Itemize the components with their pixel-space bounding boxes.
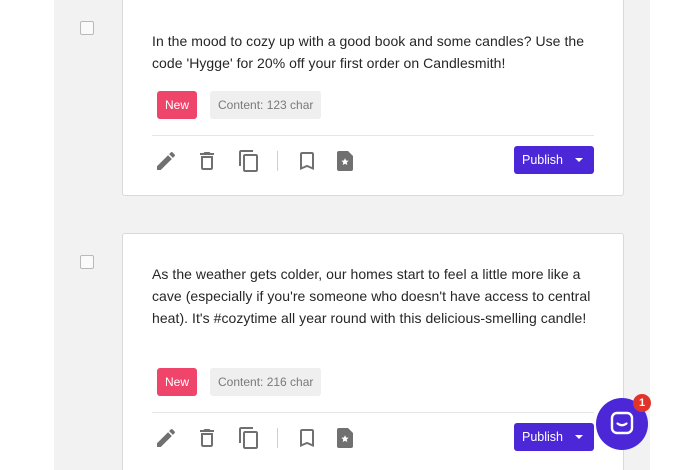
status-badge: New — [157, 91, 198, 119]
trash-icon[interactable] — [195, 149, 219, 173]
character-count-badge: Content: 216 char — [210, 368, 322, 396]
publish-button-label: Publish — [522, 430, 563, 444]
bookmark-icon[interactable] — [295, 149, 319, 173]
post-card: As the weather gets colder, our homes st… — [122, 233, 624, 470]
chevron-down-icon — [575, 435, 583, 439]
unread-count-badge: 1 — [633, 394, 651, 412]
post-text: In the mood to cozy up with a good book … — [152, 33, 585, 71]
toolbar-separator — [277, 428, 278, 448]
copy-icon[interactable] — [237, 149, 261, 173]
bookmark-icon[interactable] — [295, 426, 319, 450]
post-toolbar: Publish — [152, 146, 594, 176]
copy-icon[interactable] — [237, 426, 261, 450]
post-text: As the weather gets colder, our homes st… — [152, 266, 591, 326]
toolbar-separator — [277, 151, 278, 171]
character-count-badge: Content: 123 char — [210, 91, 322, 119]
post-toolbar: Publish — [152, 423, 594, 453]
star-document-icon[interactable] — [333, 426, 357, 450]
post-card: In the mood to cozy up with a good book … — [122, 0, 624, 196]
card-divider — [152, 135, 594, 136]
trash-icon[interactable] — [195, 426, 219, 450]
status-badge: New — [157, 368, 198, 396]
publish-button[interactable]: Publish — [514, 423, 594, 451]
pencil-icon[interactable] — [154, 426, 178, 450]
chevron-down-icon — [575, 158, 583, 162]
publish-button[interactable]: Publish — [514, 146, 594, 174]
publish-button-label: Publish — [522, 153, 563, 167]
chat-icon — [610, 411, 634, 435]
pencil-icon[interactable] — [154, 149, 178, 173]
star-document-icon[interactable] — [333, 149, 357, 173]
card-divider — [152, 412, 594, 413]
post-select-checkbox[interactable] — [80, 255, 94, 269]
post-select-checkbox[interactable] — [80, 21, 94, 35]
